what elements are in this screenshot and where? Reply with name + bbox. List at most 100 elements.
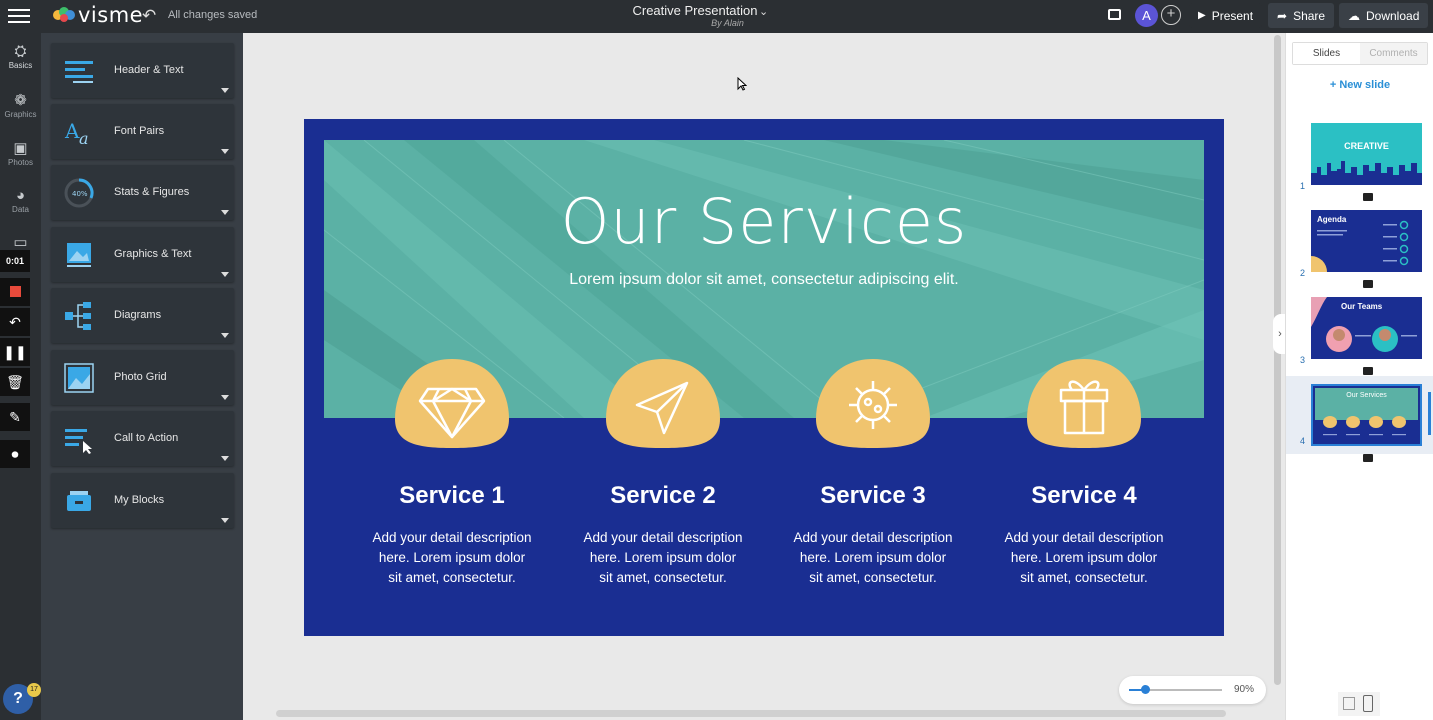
block-label: Diagrams	[114, 309, 162, 321]
slide-transition-icon[interactable]	[1363, 280, 1373, 288]
block-label: Photo Grid	[114, 371, 167, 383]
slide-canvas[interactable]: Our Services Lorem ipsum dolor sit amet,…	[304, 119, 1224, 636]
undo-icon[interactable]: ↶	[142, 6, 156, 26]
view-mode-buttons	[1338, 692, 1380, 716]
service-card[interactable]: Service 1 Add your detail description he…	[372, 357, 532, 588]
rail-item-label: Basics	[8, 61, 33, 70]
slide-number: 3	[1300, 355, 1306, 365]
gift-icon[interactable]	[1025, 357, 1143, 449]
slide-thumbnail-active[interactable]: Our Services 4	[1286, 376, 1433, 454]
thumbnail-title: CREATIVE	[1344, 141, 1389, 151]
screen-record-icon: ▭	[13, 234, 28, 251]
chevron-down-icon[interactable]: ⌄	[759, 5, 768, 18]
rail-item-data[interactable]: ◕ Data	[0, 187, 41, 214]
slide-thumbnail[interactable]: Our Teams 3	[1286, 297, 1433, 373]
caret-down-icon[interactable]	[221, 149, 229, 154]
block-label: My Blocks	[114, 494, 165, 506]
rail-item-graphics[interactable]: ❁ Graphics	[0, 91, 41, 119]
zoom-value: 90%	[1234, 684, 1255, 695]
diagrams-icon	[65, 302, 91, 330]
undo-icon: ↶	[9, 314, 21, 330]
zoom-control[interactable]: 90%	[1119, 676, 1266, 704]
service-name[interactable]: Service 2	[583, 482, 743, 510]
slide-number: 4	[1300, 436, 1306, 446]
call-to-action-icon	[65, 429, 92, 454]
draw-tool-button[interactable]: ✎	[0, 403, 30, 431]
slide-title[interactable]: Our Services	[304, 185, 1224, 258]
caret-down-icon[interactable]	[221, 333, 229, 338]
hamburger-menu-icon[interactable]	[8, 5, 30, 27]
caret-down-icon[interactable]	[221, 272, 229, 277]
block-my-blocks[interactable]: My Blocks	[51, 473, 234, 528]
service-description[interactable]: Add your detail description here. Lorem …	[372, 528, 532, 588]
service-name[interactable]: Service 1	[372, 482, 532, 510]
paper-plane-icon[interactable]	[604, 357, 722, 449]
service-card[interactable]: Service 3 Add your detail description he…	[793, 357, 953, 588]
slide-subtitle[interactable]: Lorem ipsum dolor sit amet, consectetur …	[304, 271, 1224, 289]
block-header-text[interactable]: Header & Text	[51, 43, 234, 98]
pause-recording-button[interactable]: ❚❚	[0, 338, 30, 366]
slide-thumbnail-image[interactable]: Agenda	[1311, 210, 1422, 272]
block-label: Stats & Figures	[114, 186, 190, 198]
block-diagrams[interactable]: Diagrams	[51, 288, 234, 343]
stop-icon	[9, 286, 21, 297]
share-button[interactable]: ➦ Share	[1268, 3, 1335, 28]
block-call-to-action[interactable]: Call to Action	[51, 411, 234, 466]
block-font-pairs[interactable]: Aa Font Pairs	[51, 104, 234, 159]
rail-item-label: Photos	[8, 158, 33, 167]
rail-item-basics[interactable]: ⛭ Basics	[0, 43, 41, 70]
visme-logo-text: visme	[78, 3, 144, 27]
list-view-icon[interactable]	[1363, 695, 1373, 712]
notification-badge: 17	[27, 683, 41, 697]
caret-down-icon[interactable]	[221, 518, 229, 523]
virus-icon[interactable]	[814, 357, 932, 449]
tab-slides[interactable]: Slides	[1293, 43, 1360, 64]
comment-icon[interactable]	[1108, 9, 1121, 20]
avatar[interactable]: A	[1135, 4, 1158, 27]
header-text-icon	[65, 61, 93, 83]
slide-thumbnail[interactable]: CREATIVE 1	[1286, 123, 1433, 199]
block-stats-figures[interactable]: 40% Stats & Figures	[51, 165, 234, 220]
zoom-slider-handle[interactable]	[1141, 685, 1150, 694]
slide-transition-icon[interactable]	[1363, 193, 1373, 201]
download-button[interactable]: ☁ Download	[1339, 3, 1429, 28]
service-description[interactable]: Add your detail description here. Lorem …	[583, 528, 743, 588]
camera-toggle-button[interactable]: ⏺	[0, 440, 30, 468]
caret-down-icon[interactable]	[221, 210, 229, 215]
tab-comments[interactable]: Comments	[1360, 43, 1427, 64]
service-description[interactable]: Add your detail description here. Lorem …	[1004, 528, 1164, 588]
undo-recording-button[interactable]: ↶	[0, 308, 30, 336]
slide-transition-icon[interactable]	[1363, 367, 1373, 375]
service-card[interactable]: Service 2 Add your detail description he…	[583, 357, 743, 588]
slide-number: 1	[1300, 181, 1306, 191]
slide-thumbnail[interactable]: Agenda 2	[1286, 210, 1433, 286]
diamond-icon[interactable]	[393, 357, 511, 449]
slide-thumbnail-image[interactable]: Our Teams	[1311, 297, 1422, 359]
service-name[interactable]: Service 3	[793, 482, 953, 510]
service-description[interactable]: Add your detail description here. Lorem …	[793, 528, 953, 588]
stop-recording-button[interactable]	[0, 278, 30, 306]
service-card[interactable]: Service 4 Add your detail description he…	[1004, 357, 1164, 588]
slide-transition-icon[interactable]	[1363, 454, 1373, 462]
scrollbar-thumb[interactable]	[1274, 35, 1281, 685]
caret-down-icon[interactable]	[221, 88, 229, 93]
visme-logo[interactable]: visme	[52, 3, 144, 27]
add-collaborator-icon[interactable]: +	[1161, 5, 1181, 25]
service-name[interactable]: Service 4	[1004, 482, 1164, 510]
photos-icon: ▣	[13, 140, 28, 157]
grid-view-icon[interactable]	[1343, 697, 1355, 710]
slide-thumbnail-image[interactable]: Our Services	[1311, 384, 1422, 446]
caret-down-icon[interactable]	[221, 456, 229, 461]
rail-item-photos[interactable]: ▣ Photos	[0, 139, 41, 167]
svg-text:A: A	[64, 119, 80, 143]
delete-recording-button[interactable]: 🗑	[0, 368, 30, 396]
block-graphics-text[interactable]: Graphics & Text	[51, 227, 234, 282]
slide-thumbnail-image[interactable]: CREATIVE	[1311, 123, 1422, 185]
new-slide-button[interactable]: + New slide	[1286, 79, 1433, 91]
horizontal-scrollbar[interactable]	[276, 710, 1226, 717]
vertical-scrollbar[interactable]	[1272, 33, 1285, 720]
block-photo-grid[interactable]: Photo Grid	[51, 350, 234, 405]
content-blocks-panel: Header & Text Aa Font Pairs 40% Stats & …	[41, 33, 243, 720]
caret-down-icon[interactable]	[221, 395, 229, 400]
present-button[interactable]: ▶ Present	[1189, 3, 1263, 28]
